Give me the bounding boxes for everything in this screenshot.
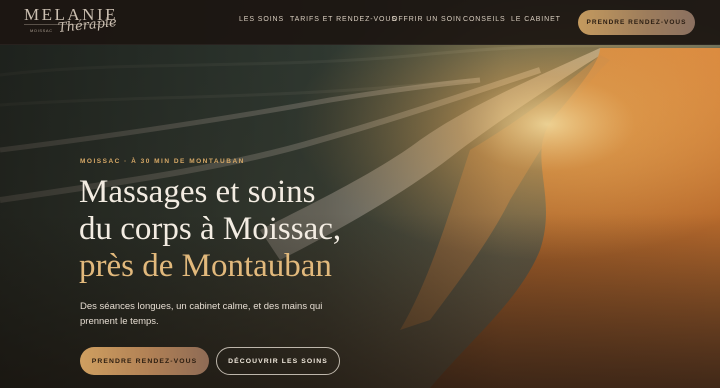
header-booking-button[interactable]: PRENDRE RENDEZ-VOUS <box>578 10 695 35</box>
hero-booking-button[interactable]: PRENDRE RENDEZ-VOUS <box>80 347 209 375</box>
nav-item-cabinet[interactable]: LE CABINET <box>511 16 561 23</box>
hero-title-line3: près de Montauban <box>79 248 332 284</box>
nav-item-offrir[interactable]: OFFRIR UN SOIN <box>392 16 462 23</box>
discover-treatments-button[interactable]: DÉCOUVRIR LES SOINS <box>216 347 340 375</box>
hero-eyebrow: MOISSAC · À 30 MIN DE MONTAUBAN <box>80 158 245 165</box>
site-logo[interactable]: MELANIE Thérapie MOISSAC <box>24 6 117 36</box>
nav-item-soins[interactable]: LES SOINS <box>239 16 284 23</box>
hero-title-line2: du corps à Moissac, <box>79 211 342 247</box>
site-header: MELANIE Thérapie MOISSAC LES SOINS TARIF… <box>0 0 720 45</box>
logo-tagline: MOISSAC <box>30 28 53 33</box>
hero-lead: Des séances longues, un cabinet calme, e… <box>80 301 323 327</box>
nav-item-tarifs[interactable]: TARIFS ET RENDEZ-VOUS <box>290 16 397 23</box>
hero-title-line1: Massages et soins <box>79 174 316 210</box>
nav-item-conseils[interactable]: CONSEILS <box>463 16 506 23</box>
